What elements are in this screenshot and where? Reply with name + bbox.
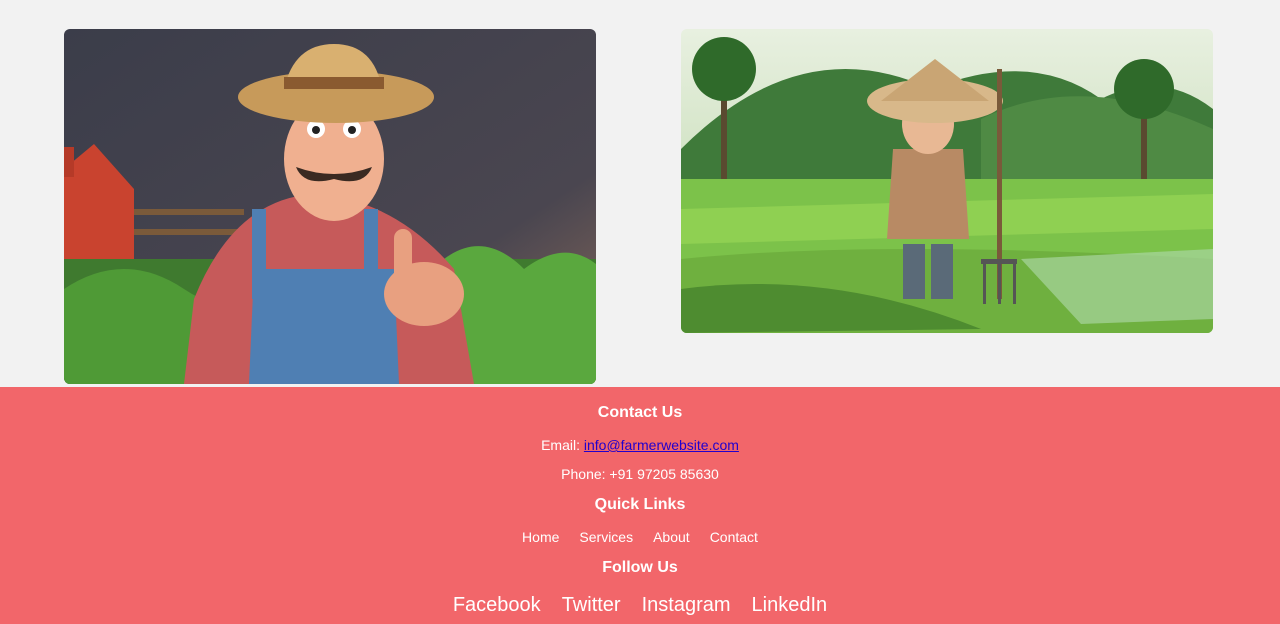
quick-links: Home Services About Contact <box>0 529 1280 545</box>
footer-link-home[interactable]: Home <box>522 529 559 545</box>
social-link-linkedin[interactable]: LinkedIn <box>752 594 828 617</box>
image-gallery <box>0 0 1280 387</box>
rice-farmer-image <box>681 29 1213 333</box>
social-link-facebook[interactable]: Facebook <box>453 594 541 617</box>
social-links: Facebook Twitter Instagram LinkedIn <box>0 594 1280 617</box>
follow-heading: Follow Us <box>602 559 678 576</box>
phone-line: Phone: +91 97205 85630 <box>561 466 719 482</box>
email-line: Email: info@farmerwebsite.com <box>0 437 1280 453</box>
contact-heading: Contact Us <box>597 404 683 421</box>
footer-link-about[interactable]: About <box>653 529 690 545</box>
farmer-image <box>64 29 596 384</box>
quick-links-heading: Quick Links <box>594 496 686 513</box>
email-link[interactable]: info@farmerwebsite.com <box>584 437 739 453</box>
email-label: Email: <box>541 437 584 453</box>
footer-link-contact[interactable]: Contact <box>710 529 758 545</box>
social-link-instagram[interactable]: Instagram <box>642 594 731 617</box>
site-footer: Contact Us Email: info@farmerwebsite.com… <box>0 387 1280 624</box>
footer-link-services[interactable]: Services <box>579 529 633 545</box>
social-link-twitter[interactable]: Twitter <box>562 594 621 617</box>
